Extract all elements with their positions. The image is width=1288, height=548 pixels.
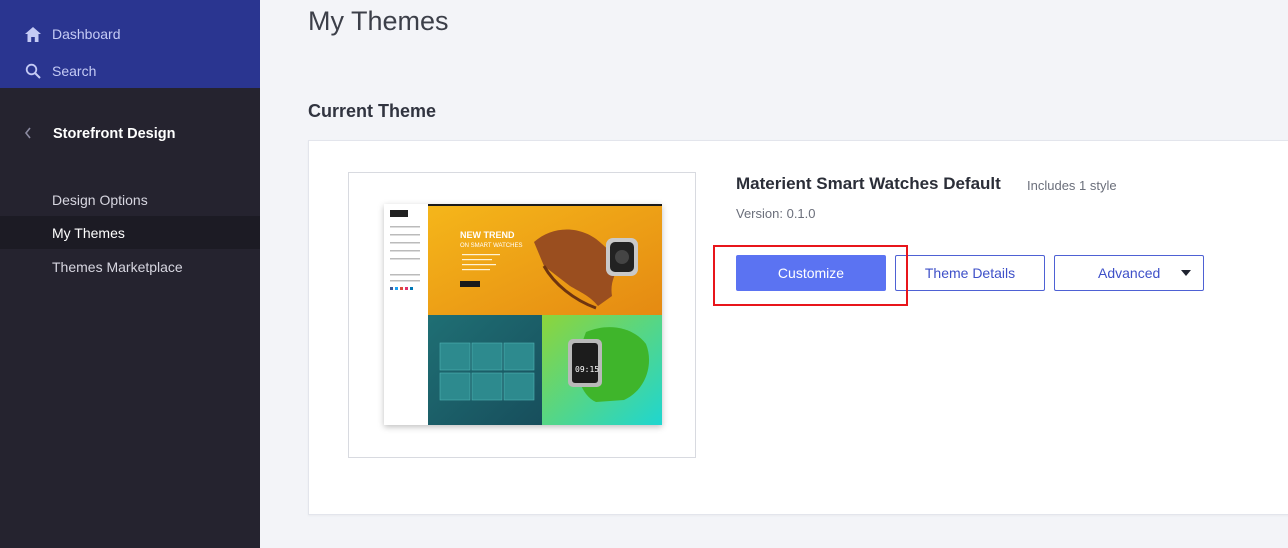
page-title: My Themes <box>308 6 449 36</box>
theme-styles-count: Includes 1 style <box>1027 178 1117 193</box>
sidebar-top-nav: Dashboard Search <box>0 0 260 88</box>
sidebar-item-my-themes[interactable]: My Themes <box>0 216 260 249</box>
chevron-left-icon <box>24 126 42 142</box>
advanced-button-label: Advanced <box>1098 265 1161 281</box>
theme-details-button[interactable]: Theme Details <box>895 255 1045 291</box>
section-title: Storefront Design <box>53 126 176 142</box>
sidebar-item-label: My Themes <box>52 224 125 241</box>
preview-hero-subtitle: ON SMART WATCHES <box>460 243 522 249</box>
search-label: Search <box>52 63 97 79</box>
caret-down-icon <box>1181 270 1191 276</box>
sidebar-item-label: Themes Marketplace <box>52 258 183 275</box>
sidebar-item-label: Design Options <box>52 191 148 208</box>
search-link[interactable]: Search <box>24 62 96 80</box>
theme-name: Materient Smart Watches Default <box>736 174 1001 193</box>
advanced-dropdown-button[interactable]: Advanced <box>1054 255 1204 291</box>
theme-version: Version: 0.1.0 <box>736 206 816 221</box>
sidebar-item-design-options[interactable]: Design Options <box>0 183 260 216</box>
sidebar: Dashboard Search Storefront Design Desig… <box>0 0 260 548</box>
sidebar-item-themes-marketplace[interactable]: Themes Marketplace <box>0 250 260 283</box>
dashboard-link[interactable]: Dashboard <box>24 25 121 43</box>
home-icon <box>24 25 42 43</box>
current-theme-heading: Current Theme <box>308 101 437 121</box>
customize-button-label: Customize <box>777 265 845 281</box>
storefront-design-back[interactable]: Storefront Design <box>24 126 175 142</box>
dashboard-label: Dashboard <box>52 26 121 42</box>
search-icon <box>24 62 42 80</box>
preview-hero-title: NEW TREND <box>460 230 515 240</box>
theme-preview-image[interactable]: NEW TREND ON SMART WATCHES 09:15 <box>384 204 662 425</box>
customize-button[interactable]: Customize <box>736 255 886 291</box>
theme-details-button-label: Theme Details <box>924 265 1016 281</box>
preview-watch-time: 09:15 <box>575 365 599 374</box>
